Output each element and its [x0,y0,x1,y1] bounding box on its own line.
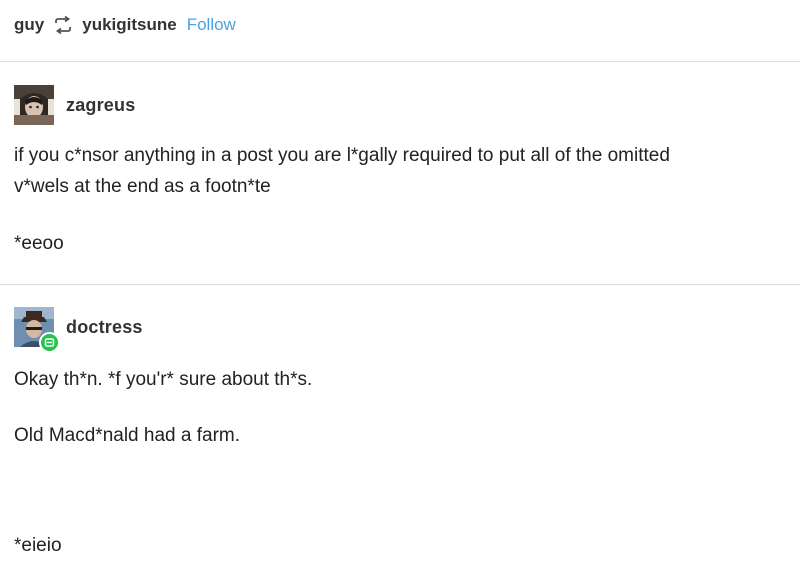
post-author-zagreus: zagreus [14,85,135,125]
post-text-line: if you c*nsor anything in a post you are… [14,145,670,166]
divider [0,284,800,285]
post-body: if you c*nsor anything in a post you are… [14,140,784,202]
follow-button[interactable]: Follow [187,15,236,35]
reblogger-username[interactable]: guy [14,15,44,35]
username[interactable]: doctress [66,317,143,338]
online-badge-icon [39,332,60,353]
post-text-line: Okay th*n. *f you'r* sure about th*s. [14,369,313,390]
avatar[interactable] [14,85,54,125]
divider [0,61,800,62]
post-footnote: *eeoo [14,233,64,254]
post-text-line: Old Macd*nald had a farm. [14,425,241,446]
reblog-icon [52,15,74,35]
source-username[interactable]: yukigitsune [82,15,176,35]
post-author-doctress: doctress [14,307,143,353]
username[interactable]: zagreus [66,95,135,116]
post-footnote: *eieio [14,535,62,556]
reblog-header: guy yukigitsune Follow [14,10,236,40]
post-text-line: v*wels at the end as a footn*te [14,176,271,197]
avatar[interactable] [14,307,60,353]
